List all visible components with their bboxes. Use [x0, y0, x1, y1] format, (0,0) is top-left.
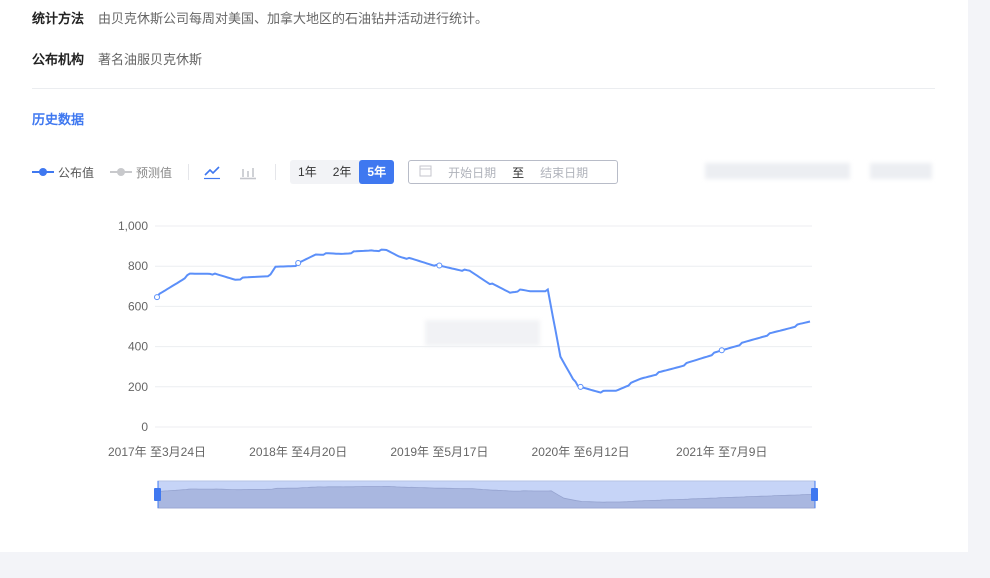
x-tick-label: 2019年 至5月17日: [390, 445, 488, 459]
x-tick-label: 2017年 至3月24日: [108, 445, 206, 459]
y-tick-label: 200: [128, 380, 148, 394]
content-panel: 统计方法 由贝克休斯公司每周对美国、加拿大地区的石油钻井活动进行统计。 公布机构…: [0, 0, 968, 552]
y-tick-label: 600: [128, 299, 148, 313]
x-tick-label: 2021年 至7月9日: [676, 445, 767, 459]
y-tick-label: 1,000: [118, 219, 148, 233]
data-point: [718, 347, 725, 354]
data-point: [577, 383, 584, 390]
data-point: [436, 262, 443, 269]
y-tick-label: 800: [128, 259, 148, 273]
x-tick-label: 2018年 至4月20日: [249, 445, 347, 459]
y-tick-label: 400: [128, 340, 148, 354]
data-zoom-slider[interactable]: [154, 480, 818, 509]
x-tick-label: 2020年 至6月12日: [532, 445, 630, 459]
series-line-published: [156, 248, 811, 394]
line-chart: 0 200 400 600 800 1,000 2017年 至3月24日 2018年 至4月2…: [108, 219, 818, 509]
data-point: [154, 294, 160, 301]
y-tick-label: 0: [141, 420, 148, 434]
data-point: [295, 260, 302, 267]
